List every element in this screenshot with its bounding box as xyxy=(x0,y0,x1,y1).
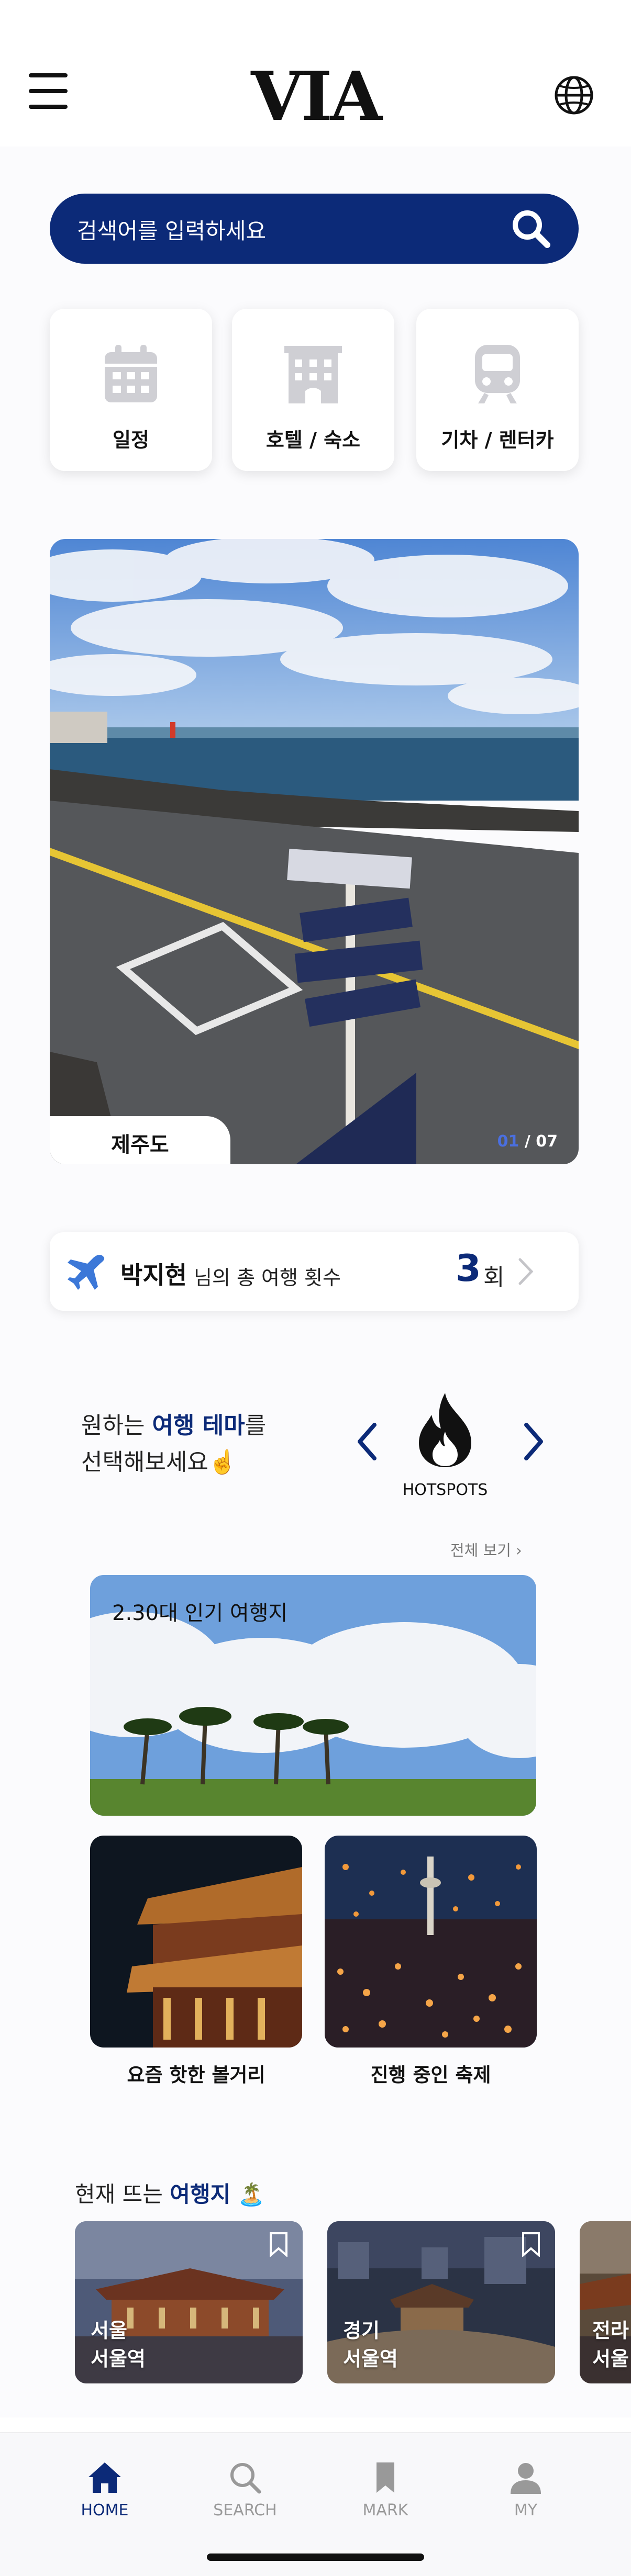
nav-home[interactable]: HOME xyxy=(52,2459,157,2519)
pager-total: / 07 xyxy=(519,1132,558,1151)
globe-icon[interactable] xyxy=(553,74,595,116)
app-logo: VIA xyxy=(251,58,382,136)
theme-prompt-line2: 선택해보세요☝️ xyxy=(81,1449,237,1476)
trending-station: 서울역 xyxy=(91,2347,146,2370)
location-label: 제주도 xyxy=(111,1133,169,1157)
trending-card[interactable]: 경기 서울역 xyxy=(327,2221,555,2383)
trending-region: 서울 xyxy=(91,2319,127,2342)
trip-count-caption: 님의 총 여행 횟수 xyxy=(194,1266,341,1289)
nav-label: MARK xyxy=(362,2501,408,2519)
category-hotel-card[interactable]: 호텔 / 숙소 xyxy=(232,309,394,471)
fire-icon xyxy=(419,1393,471,1467)
category-label: 호텔 / 숙소 xyxy=(265,429,361,452)
airplane-icon xyxy=(68,1255,105,1290)
user-name: 박지현 xyxy=(120,1261,187,1289)
category-label: 기차 / 렌터카 xyxy=(441,429,554,452)
theme-card-title: 2.30대 인기 여행지 xyxy=(112,1601,288,1625)
trending-region: 전라 xyxy=(592,2319,629,2342)
user-icon xyxy=(511,2463,541,2494)
theme-card-label: 진행 중인 축제 xyxy=(370,2064,491,2086)
search-icon xyxy=(230,2463,261,2494)
trip-count-card[interactable]: 박지현 님의 총 여행 횟수 3 회 xyxy=(50,1232,579,1311)
bookmark-icon xyxy=(377,2462,394,2493)
theme-card-label: 요즘 핫한 볼거리 xyxy=(127,2064,265,2086)
nav-search[interactable]: SEARCH xyxy=(193,2459,297,2519)
trending-card[interactable]: 전라 서울 xyxy=(580,2221,631,2383)
trip-count-unit: 회 xyxy=(483,1264,505,1291)
train-icon xyxy=(475,345,520,403)
trip-count-value: 3 xyxy=(456,1247,481,1290)
lantern-festival-photo xyxy=(325,1836,537,2048)
category-train-card[interactable]: 기차 / 렌터카 xyxy=(416,309,579,471)
bookmark-icon[interactable] xyxy=(269,2232,288,2257)
pager-current: 01 xyxy=(497,1132,519,1151)
theme-prompt: 원하는 여행 테마를 xyxy=(81,1412,267,1439)
nav-label: MY xyxy=(514,2501,538,2519)
category-schedule-card[interactable]: 일정 xyxy=(50,309,212,471)
location-tag: 제주도 xyxy=(50,1116,230,1164)
bookmark-icon[interactable] xyxy=(522,2232,540,2257)
search-bar[interactable]: 검색어를 입력하세요 xyxy=(50,194,579,264)
trending-region: 경기 xyxy=(343,2319,380,2342)
hotel-icon xyxy=(284,346,342,403)
trending-station: 서울 xyxy=(592,2347,629,2370)
trending-card[interactable]: 서울 서울역 xyxy=(75,2221,303,2383)
theme-card-sights[interactable] xyxy=(90,1836,302,2048)
hero-banner[interactable]: 제주도 01 / 07 xyxy=(50,539,579,1164)
palace-night-photo xyxy=(90,1836,302,2048)
nav-my[interactable]: MY xyxy=(473,2459,578,2519)
nav-label: SEARCH xyxy=(213,2501,277,2519)
category-label: 일정 xyxy=(113,429,149,452)
search-icon[interactable] xyxy=(510,207,552,250)
search-input[interactable]: 검색어를 입력하세요 xyxy=(77,213,266,245)
chevron-right-icon[interactable] xyxy=(516,1415,552,1468)
chevron-left-icon[interactable] xyxy=(348,1415,385,1468)
calendar-icon xyxy=(105,345,157,402)
chevron-right-icon[interactable] xyxy=(511,1253,542,1290)
nav-mark[interactable]: MARK xyxy=(333,2459,438,2519)
trending-station: 서울역 xyxy=(343,2347,398,2370)
nav-label: HOME xyxy=(81,2501,129,2519)
jeju-coast-photo xyxy=(50,539,579,1164)
banner-pager: 01 / 07 xyxy=(497,1132,558,1151)
home-icon xyxy=(88,2462,121,2493)
current-theme-label: HOTSPOTS xyxy=(402,1481,488,1499)
see-all-link[interactable]: 전체 보기 › xyxy=(450,1538,522,1560)
home-indicator xyxy=(207,2553,424,2561)
trending-title: 현재 뜨는 여행지 🏝️ xyxy=(75,2181,265,2207)
theme-card-popular[interactable]: 2.30대 인기 여행지 xyxy=(90,1575,536,1816)
theme-card-festival[interactable] xyxy=(325,1836,537,2048)
